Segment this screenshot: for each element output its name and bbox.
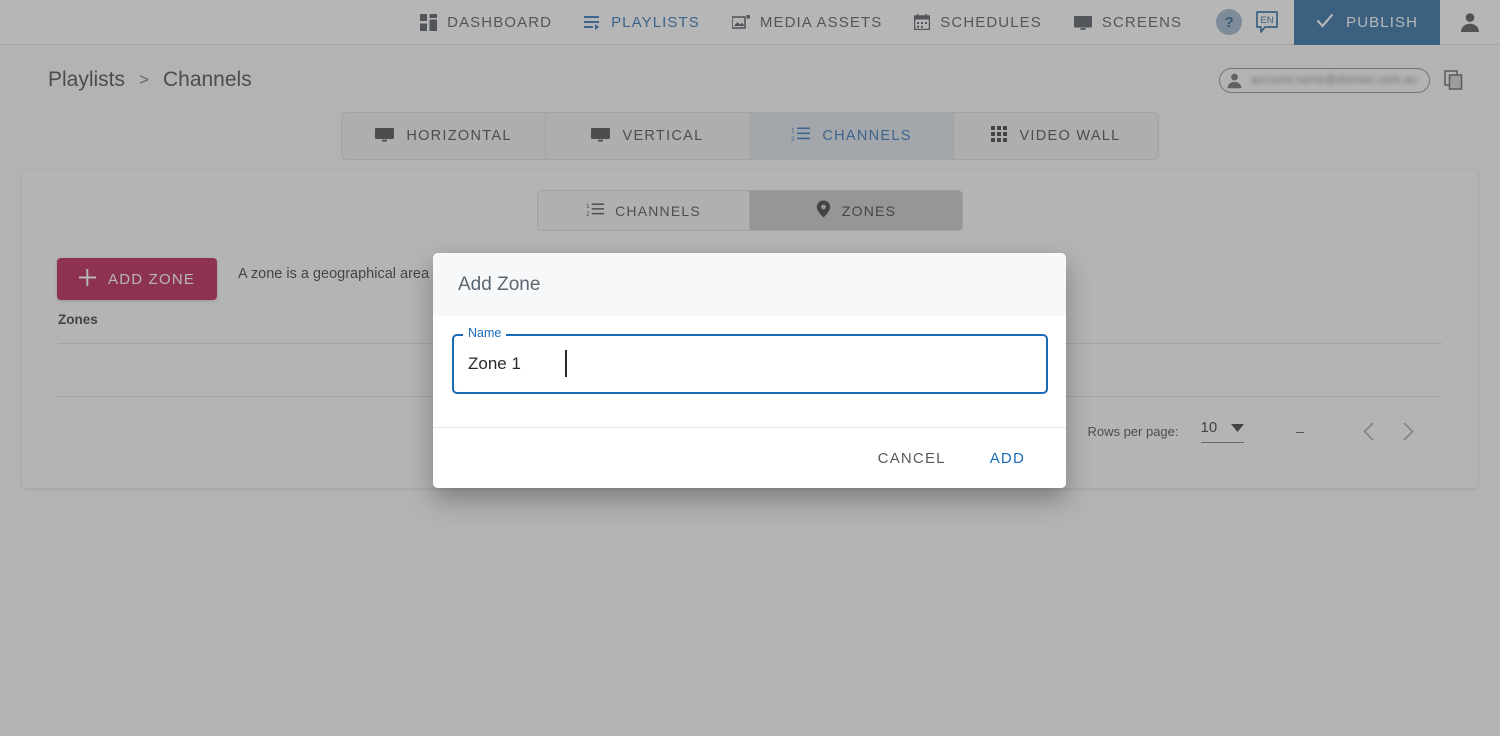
add-button[interactable]: ADD bbox=[974, 440, 1041, 477]
dialog-footer: CANCEL ADD bbox=[433, 428, 1066, 488]
text-cursor bbox=[565, 350, 567, 377]
add-zone-dialog: Add Zone Name CANCEL ADD bbox=[433, 253, 1066, 488]
dialog-title: Add Zone bbox=[433, 253, 1066, 316]
dialog-body: Name bbox=[433, 316, 1066, 427]
cancel-button[interactable]: CANCEL bbox=[862, 440, 962, 477]
zone-name-field: Name bbox=[452, 334, 1048, 394]
zone-name-input[interactable] bbox=[452, 334, 1048, 394]
